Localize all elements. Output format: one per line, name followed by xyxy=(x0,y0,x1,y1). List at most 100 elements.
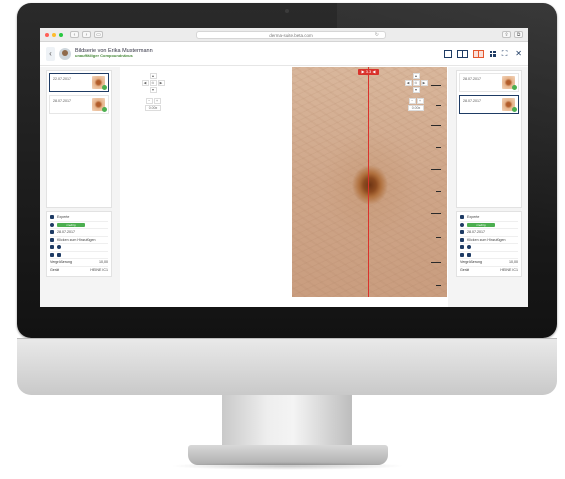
fullscreen-icon[interactable]: ⛶ xyxy=(502,49,508,59)
pan-right-button[interactable]: ▶ xyxy=(157,80,165,86)
thumbnail-date: 28.07.2017 xyxy=(463,77,481,81)
note-icon xyxy=(50,237,54,242)
page-subtitle: unauffälliger Compoundnävus xyxy=(75,53,133,59)
zoom-out-button[interactable]: − xyxy=(408,98,416,104)
center-button[interactable]: ⊙ xyxy=(149,80,157,86)
image-date: 28.07.2017 xyxy=(57,230,75,235)
risk-status-badge: niedrig xyxy=(57,222,85,227)
scale-tick xyxy=(436,237,441,238)
device-value: HEINE IC1 xyxy=(90,268,108,273)
magnification-value: 10,00 xyxy=(509,260,518,265)
image-icon[interactable] xyxy=(460,252,464,257)
single-view-icon[interactable] xyxy=(443,49,452,58)
pan-up-button[interactable]: ▲ xyxy=(149,73,157,79)
measurement-line[interactable] xyxy=(368,67,369,297)
device-value: HEINE IC1 xyxy=(500,268,518,273)
monitor-stand-neck xyxy=(222,395,352,447)
check-badge-icon xyxy=(102,107,107,112)
pan-left-button[interactable]: ◀ xyxy=(141,80,149,86)
app-screen: ‹ › ▭ derma-suite.beta.com ↻ ⇪ ⧉ ‹ Bilds… xyxy=(40,28,528,307)
pan-left-button[interactable]: ◀ xyxy=(404,80,412,86)
browser-toolbar: ‹ › ▭ derma-suite.beta.com ↻ ⇪ ⧉ xyxy=(40,28,528,42)
measurement-badge[interactable]: ▶ 3.3 ◀ xyxy=(358,69,379,75)
thumbnail-date: 22.07.2017 xyxy=(53,77,71,81)
scale-tick xyxy=(436,191,441,192)
expert-icon xyxy=(460,215,464,220)
thumbnail-date: 28.07.2017 xyxy=(463,99,481,103)
scale-tick xyxy=(431,262,441,263)
monitor-chin xyxy=(17,338,557,395)
thumbnail-list: 22.07.2017 28.07.2017 xyxy=(46,70,112,208)
scale-tick xyxy=(431,169,441,170)
image-thumbnail[interactable]: 28.07.2017 xyxy=(459,73,519,92)
pan-up-button[interactable]: ▲ xyxy=(412,73,420,79)
calendar-icon xyxy=(50,230,54,235)
check-badge-icon xyxy=(512,85,517,90)
browser-right-controls: ⇪ ⧉ xyxy=(502,31,523,38)
camera-icon[interactable] xyxy=(57,252,61,257)
camera-icon[interactable] xyxy=(467,252,471,257)
image-thumbnail[interactable]: 28.07.2017 xyxy=(49,95,109,114)
maximize-window-dot[interactable] xyxy=(59,32,63,37)
monitor-scene: ‹ › ▭ derma-suite.beta.com ↻ ⇪ ⧉ ‹ Bilds… xyxy=(0,0,565,479)
stand-shadow xyxy=(170,462,405,470)
zoom-level: 0.00x xyxy=(145,105,161,111)
scale-tick xyxy=(431,85,441,86)
reload-icon[interactable]: ↻ xyxy=(375,32,379,39)
note-icon xyxy=(460,237,464,242)
browser-sidebar-icon[interactable]: ▭ xyxy=(94,31,103,38)
left-pan-zoom-controls: ▲ ◀ ⊙ ▶ ▼ − + 0.00x xyxy=(140,73,166,111)
image-thumbnail[interactable]: 22.07.2017 xyxy=(49,73,109,92)
back-button[interactable]: ‹ xyxy=(46,46,55,61)
target-icon[interactable] xyxy=(57,245,61,250)
left-sidebar: 22.07.2017 28.07.2017 Experte niedrig 28… xyxy=(43,67,115,307)
add-note-link[interactable]: Klicken zum Hinzufügen xyxy=(57,238,96,242)
pan-down-button[interactable]: ▼ xyxy=(149,87,157,93)
grid-view-icon[interactable] xyxy=(489,50,497,58)
browser-forward-icon[interactable]: › xyxy=(82,31,91,38)
risk-icon xyxy=(460,222,464,227)
address-bar-text: derma-suite.beta.com xyxy=(269,32,313,38)
close-window-dot[interactable] xyxy=(45,32,49,37)
browser-back-icon[interactable]: ‹ xyxy=(70,31,79,38)
address-bar[interactable]: derma-suite.beta.com ↻ xyxy=(196,30,386,39)
check-badge-icon xyxy=(102,85,107,90)
workspace: ▶ 3.3 ◀ ▲ ◀ ⊙ ▶ ▼ − + 0.00x ▲ ◀ ⊙ ▶ ▼ − … xyxy=(40,67,528,307)
view-mode-switcher: ⛶ ✕ xyxy=(443,49,522,59)
target-icon[interactable] xyxy=(467,245,471,250)
zoom-level: 0.00x xyxy=(408,105,424,111)
pan-down-button[interactable]: ▼ xyxy=(412,87,420,93)
grid-icon[interactable] xyxy=(460,245,464,250)
expert-icon xyxy=(50,215,54,220)
thumbnail-list: 28.07.2017 28.07.2017 xyxy=(456,70,522,208)
device-label: Gerät xyxy=(460,268,469,273)
side-by-side-view-icon[interactable] xyxy=(456,49,468,58)
minimize-window-dot[interactable] xyxy=(52,32,56,37)
zoom-in-button[interactable]: + xyxy=(153,98,161,104)
header-text: Bildserie von Erika Mustermann unauffäll… xyxy=(75,48,153,59)
center-button[interactable]: ⊙ xyxy=(412,80,420,86)
scale-tick xyxy=(431,125,441,126)
grid-icon[interactable] xyxy=(50,245,54,250)
calendar-icon xyxy=(460,230,464,235)
image-thumbnail[interactable]: 28.07.2017 xyxy=(459,95,519,114)
viewer-area: ▶ 3.3 ◀ xyxy=(120,67,448,307)
device-label: Gerät xyxy=(50,268,59,273)
magnification-value: 10,00 xyxy=(99,260,108,265)
add-note-link[interactable]: Klicken zum Hinzufügen xyxy=(467,238,506,242)
scale-tick xyxy=(436,147,441,148)
zoom-in-button[interactable]: + xyxy=(416,98,424,104)
share-icon[interactable]: ⇪ xyxy=(502,31,511,38)
patient-avatar xyxy=(59,47,71,60)
compare-view-icon[interactable] xyxy=(472,49,484,58)
right-sidebar: 28.07.2017 28.07.2017 Experte niedrig 28… xyxy=(453,67,525,307)
expert-label[interactable]: Experte xyxy=(467,215,479,219)
tabs-overview-icon[interactable]: ⧉ xyxy=(514,31,523,38)
pan-right-button[interactable]: ▶ xyxy=(420,80,428,86)
image-icon[interactable] xyxy=(50,252,54,257)
camera-dot xyxy=(285,9,289,13)
zoom-out-button[interactable]: − xyxy=(145,98,153,104)
magnification-label: Vergrößerung xyxy=(460,260,482,265)
close-icon[interactable]: ✕ xyxy=(515,49,522,58)
expert-label[interactable]: Experte xyxy=(57,215,69,219)
